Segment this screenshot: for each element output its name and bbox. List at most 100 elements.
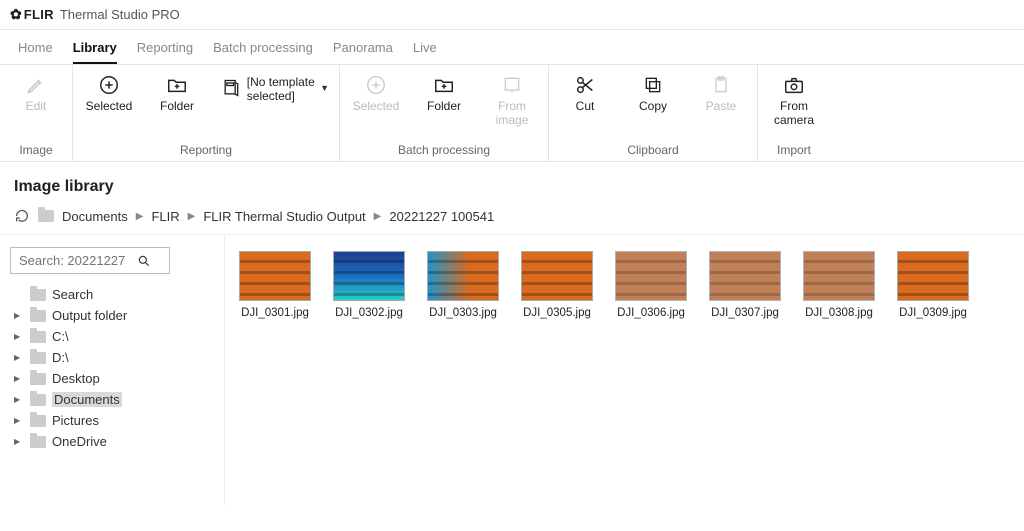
thumbnail[interactable]: DJI_0305.jpg (521, 251, 593, 319)
tree-item-label: Output folder (52, 308, 127, 323)
copy-button[interactable]: Copy (627, 73, 679, 113)
chevron-down-icon: ▼ (320, 83, 329, 93)
folder-plus-icon (165, 73, 189, 97)
edit-label: Edit (26, 99, 47, 113)
batch-folder-button[interactable]: Folder (418, 73, 470, 113)
expand-icon[interactable]: ▶ (14, 353, 24, 362)
group-caption-batch: Batch processing (398, 143, 490, 157)
thumbnail[interactable]: DJI_0309.jpg (897, 251, 969, 319)
paste-label: Paste (706, 99, 737, 113)
logo-icon: ✿ (10, 6, 22, 23)
camera-icon (782, 73, 806, 97)
batch-selected-button[interactable]: Selected (350, 73, 402, 113)
pencil-icon (24, 73, 48, 97)
tab-library[interactable]: Library (73, 40, 117, 64)
report-folder-button[interactable]: Folder (151, 73, 203, 113)
tab-reporting[interactable]: Reporting (137, 40, 193, 64)
batch-selected-label: Selected (353, 99, 400, 113)
tree-item[interactable]: ▶Documents (12, 389, 214, 410)
expand-icon[interactable]: ▶ (14, 374, 24, 383)
tree-item[interactable]: ▶Desktop (12, 368, 214, 389)
breadcrumb-segment[interactable]: FLIR Thermal Studio Output (203, 209, 365, 224)
main-tabs: Home Library Reporting Batch processing Pano… (0, 30, 1024, 64)
paste-button[interactable]: Paste (695, 73, 747, 113)
report-selected-button[interactable]: Selected (83, 73, 135, 113)
expand-icon[interactable]: ▶ (14, 332, 24, 341)
tab-live[interactable]: Live (413, 40, 437, 64)
ribbon-group-reporting: Selected Folder [No template selected] ▼… (73, 65, 340, 161)
sidebar: Search ▶ Output folder ▶ C:\ ▶ D:\ ▶Desktop▶Doc… (0, 235, 225, 505)
thumbnail[interactable]: DJI_0302.jpg (333, 251, 405, 319)
thumbnail[interactable]: DJI_0306.jpg (615, 251, 687, 319)
breadcrumb-segment[interactable]: Documents (62, 209, 128, 224)
from-image-label: From image (486, 99, 538, 128)
search-input[interactable] (17, 252, 137, 269)
edit-button[interactable]: Edit (10, 73, 62, 113)
from-camera-button[interactable]: From camera (768, 73, 820, 128)
tree-item-label: Pictures (52, 413, 99, 428)
search-box[interactable] (10, 247, 170, 274)
scissors-icon (573, 73, 597, 97)
copy-icon (641, 73, 665, 97)
group-caption-clipboard: Clipboard (627, 143, 678, 157)
expand-icon[interactable]: ▶ (14, 311, 24, 320)
plus-circle-icon (364, 73, 388, 97)
expand-icon[interactable]: ▶ (14, 416, 24, 425)
thumbnail[interactable]: DJI_0303.jpg (427, 251, 499, 319)
tab-batch-processing[interactable]: Batch processing (213, 40, 313, 64)
folder-icon (30, 310, 46, 322)
thumbnail-image (333, 251, 405, 301)
thumbnail-name: DJI_0308.jpg (805, 307, 873, 319)
refresh-icon[interactable] (14, 208, 30, 224)
app-name: Thermal Studio PRO (60, 7, 180, 22)
tree-item[interactable]: ▶ Output folder (12, 305, 214, 326)
thumbnail-gallery: DJI_0301.jpg DJI_0302.jpg DJI_0303.jpg DJI_… (225, 235, 1024, 505)
search-icon[interactable] (137, 254, 151, 268)
folder-plus-icon (432, 73, 456, 97)
tree-item[interactable]: Search (12, 284, 214, 305)
breadcrumb-separator-icon: ▶ (188, 211, 196, 222)
tree-item[interactable]: ▶ Pictures (12, 410, 214, 431)
tree-item-label: C:\ (52, 329, 69, 344)
from-camera-label: From camera (768, 99, 820, 128)
ribbon-group-batch: Selected Folder From image Batch process… (340, 65, 549, 161)
tab-home[interactable]: Home (18, 40, 53, 64)
cut-button[interactable]: Cut (559, 73, 611, 113)
workspace: Search ▶ Output folder ▶ C:\ ▶ D:\ ▶Desktop▶Doc… (0, 234, 1024, 505)
cut-label: Cut (576, 99, 595, 113)
folder-icon (30, 289, 46, 301)
tree-item-label: D:\ (52, 350, 69, 365)
group-caption-image: Image (19, 143, 52, 157)
expand-icon[interactable]: ▶ (14, 395, 24, 404)
tree-item[interactable]: ▶OneDrive (12, 431, 214, 452)
tree-item[interactable]: ▶ C:\ (12, 326, 214, 347)
breadcrumb-segment[interactable]: 20221227 100541 (389, 209, 494, 224)
report-folder-label: Folder (160, 99, 194, 113)
thumbnail-name: DJI_0305.jpg (523, 307, 591, 319)
thumbnail-image (521, 251, 593, 301)
paste-icon (709, 73, 733, 97)
thumbnail-name: DJI_0302.jpg (335, 307, 403, 319)
thumbnail-image (897, 251, 969, 301)
tree-item[interactable]: ▶ D:\ (12, 347, 214, 368)
expand-icon[interactable]: ▶ (14, 437, 24, 446)
breadcrumb-separator-icon: ▶ (374, 211, 382, 222)
folder-tree: Search ▶ Output folder ▶ C:\ ▶ D:\ ▶Desktop▶Doc… (12, 284, 214, 452)
tab-panorama[interactable]: Panorama (333, 40, 393, 64)
thumbnail[interactable]: DJI_0301.jpg (239, 251, 311, 319)
plus-circle-icon (97, 73, 121, 97)
from-image-button[interactable]: From image (486, 73, 538, 128)
template-icon (219, 76, 243, 100)
breadcrumb-path[interactable]: Documents ▶ FLIR ▶ FLIR Thermal Studio Outpu… (62, 209, 494, 224)
folder-icon (30, 331, 46, 343)
folder-icon (30, 394, 46, 406)
breadcrumb-segment[interactable]: FLIR (151, 209, 179, 224)
template-dropdown[interactable]: [No template selected] ▼ (219, 73, 329, 104)
thumbnail[interactable]: DJI_0308.jpg (803, 251, 875, 319)
thumbnail[interactable]: DJI_0307.jpg (709, 251, 781, 319)
ribbon-group-import: From camera Import (758, 65, 830, 161)
folder-icon (30, 373, 46, 385)
thumbnail-image (709, 251, 781, 301)
folder-icon (30, 436, 46, 448)
ribbon-group-image: Edit Image (0, 65, 73, 161)
